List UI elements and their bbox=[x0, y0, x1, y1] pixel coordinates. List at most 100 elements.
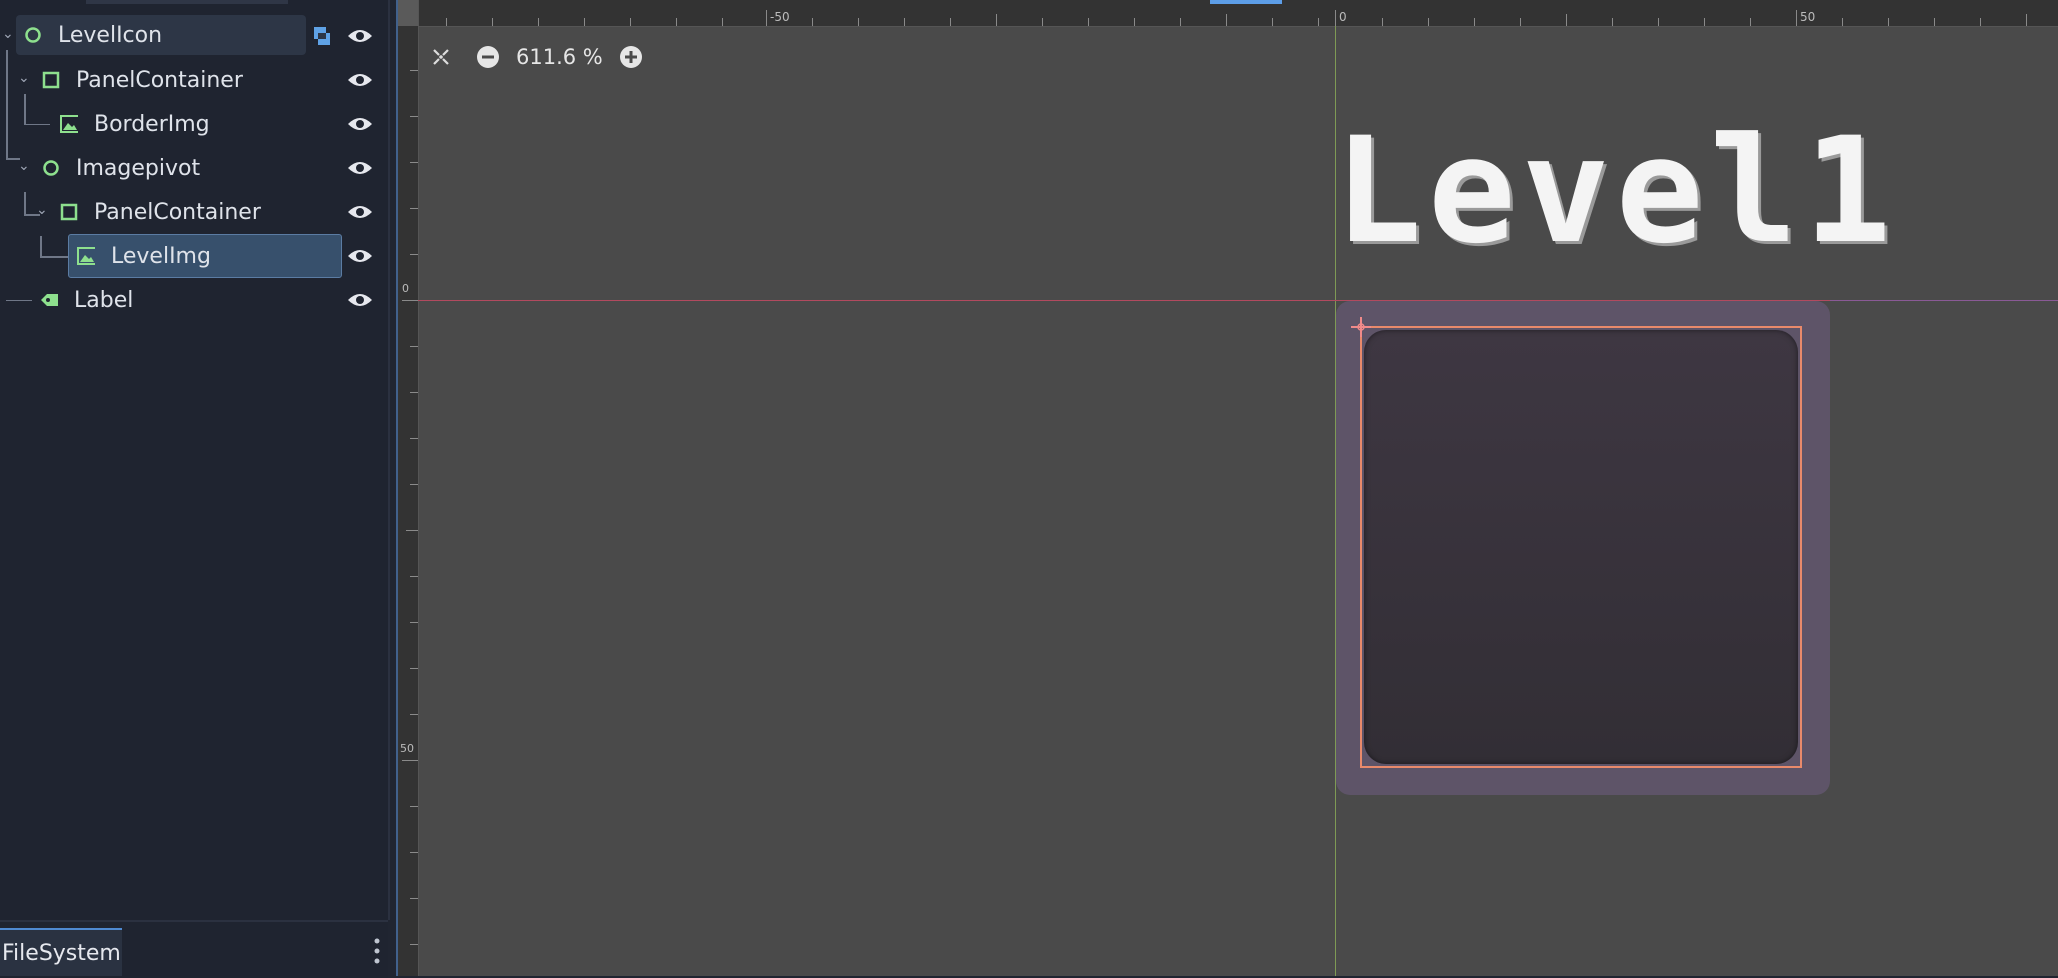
filesystem-tab-label: FileSystem bbox=[2, 940, 121, 966]
visibility-eye-icon[interactable] bbox=[346, 114, 374, 134]
ruler-tick bbox=[1612, 18, 1613, 26]
collapse-arrow-icon[interactable]: ⌄ bbox=[36, 202, 48, 218]
ruler-tick bbox=[410, 116, 418, 117]
zoom-level[interactable]: 611.6 % bbox=[516, 45, 603, 69]
visibility-eye-icon[interactable] bbox=[346, 290, 374, 310]
image-icon bbox=[60, 115, 78, 133]
ruler-tick bbox=[410, 622, 418, 623]
ruler-tick bbox=[676, 18, 677, 26]
image-icon bbox=[77, 247, 95, 265]
ruler-tick bbox=[766, 10, 767, 26]
ruler-tick bbox=[410, 898, 418, 899]
scene-tree-panel: ⌄ ⌄ ⌄ ⌄ LevelIcon PanelContainer BorderI… bbox=[0, 0, 390, 920]
ruler-tick bbox=[996, 14, 997, 26]
ruler-label: -50 bbox=[770, 10, 790, 24]
level-img-texture bbox=[1364, 330, 1798, 764]
ruler-tick bbox=[1180, 18, 1181, 26]
ruler-tick bbox=[1088, 18, 1089, 26]
zoom-in-icon[interactable] bbox=[619, 45, 643, 69]
ruler-tick bbox=[1474, 18, 1475, 26]
ruler-tick bbox=[1658, 18, 1659, 26]
ruler-label: 0 bbox=[402, 282, 409, 295]
tree-item-panelcontainer[interactable]: PanelContainer bbox=[42, 60, 302, 100]
node2d-circle-icon bbox=[24, 26, 42, 44]
tree-item-label: LevelImg bbox=[111, 243, 211, 269]
visibility-eye-icon[interactable] bbox=[346, 202, 374, 222]
ruler-label: 50 bbox=[1800, 10, 1816, 24]
ruler-tick bbox=[1520, 18, 1521, 26]
tree-item-levelimg[interactable]: LevelImg bbox=[68, 234, 342, 278]
tree-item-label: PanelContainer bbox=[94, 199, 261, 225]
ruler-tick bbox=[1318, 18, 1319, 26]
level-label-node[interactable]: Level1 bbox=[1334, 118, 1897, 264]
ruler-tick bbox=[858, 18, 859, 26]
collapse-arrow-icon[interactable]: ⌄ bbox=[18, 158, 30, 174]
ruler-tick bbox=[402, 760, 418, 761]
ruler-tick bbox=[410, 162, 418, 163]
script-icon[interactable] bbox=[310, 24, 334, 48]
visibility-eye-icon[interactable] bbox=[346, 246, 374, 266]
ruler-tick bbox=[812, 18, 813, 26]
tree-guide bbox=[24, 124, 50, 125]
filesystem-tab[interactable]: FileSystem bbox=[0, 928, 122, 976]
panel-top-strip bbox=[86, 0, 288, 4]
ruler-tick bbox=[950, 18, 951, 26]
ruler-tick bbox=[538, 18, 539, 26]
ruler-tick bbox=[1980, 18, 1981, 26]
ruler-tick bbox=[1566, 14, 1567, 26]
visibility-eye-icon[interactable] bbox=[346, 26, 374, 46]
tree-item-borderimg[interactable]: BorderImg bbox=[60, 104, 300, 144]
ruler-tick bbox=[410, 668, 418, 669]
visibility-eye-icon[interactable] bbox=[346, 70, 374, 90]
ruler-tick bbox=[406, 530, 418, 531]
collapse-arrow-icon[interactable]: ⌄ bbox=[2, 26, 14, 42]
tree-guide bbox=[6, 300, 32, 301]
container-square-icon bbox=[42, 71, 60, 89]
ruler-tick bbox=[410, 254, 418, 255]
ruler-tick bbox=[410, 852, 418, 853]
ruler-tick bbox=[630, 18, 631, 26]
ruler-tick bbox=[1382, 18, 1383, 26]
ruler-tick bbox=[410, 392, 418, 393]
visibility-eye-icon[interactable] bbox=[346, 158, 374, 178]
ruler-tick bbox=[1750, 18, 1751, 26]
ruler-tick bbox=[904, 18, 905, 26]
ruler-tick bbox=[410, 438, 418, 439]
center-view-icon[interactable] bbox=[428, 44, 454, 70]
canvas-viewport[interactable]: -50 0 50 0 50 611.6 % Level1 bbox=[396, 0, 2058, 976]
tree-guide bbox=[40, 256, 68, 258]
zoom-controls: 611.6 % bbox=[428, 40, 643, 74]
tree-guide bbox=[6, 50, 8, 160]
label-tag-icon bbox=[40, 291, 58, 309]
pivot-handle-icon[interactable] bbox=[1350, 316, 1372, 338]
tree-item-label-node[interactable]: Label bbox=[40, 280, 300, 320]
tree-item-label: Imagepivot bbox=[76, 155, 201, 181]
ruler-tick bbox=[1842, 18, 1843, 26]
tree-item-label: Label bbox=[74, 287, 134, 313]
level-img-node-selected[interactable] bbox=[1360, 326, 1802, 768]
zoom-out-icon[interactable] bbox=[476, 45, 500, 69]
ruler-tick bbox=[410, 208, 418, 209]
dock-menu-icon[interactable] bbox=[372, 936, 382, 966]
ruler-tick bbox=[1335, 10, 1336, 26]
ruler-tick bbox=[410, 576, 418, 577]
tree-guide bbox=[24, 192, 26, 214]
ruler-tick bbox=[1272, 18, 1273, 26]
ruler-tick bbox=[722, 18, 723, 26]
tree-item-label: LevelIcon bbox=[58, 22, 163, 48]
collapse-arrow-icon[interactable]: ⌄ bbox=[18, 70, 30, 86]
ruler-tick bbox=[410, 484, 418, 485]
tree-item-imagepivot[interactable]: Imagepivot bbox=[42, 148, 302, 188]
ruler-tick bbox=[410, 944, 418, 945]
tree-item-levelicon[interactable]: LevelIcon bbox=[16, 15, 306, 55]
ruler-tick bbox=[402, 300, 418, 301]
ruler-corner[interactable] bbox=[398, 0, 418, 26]
tree-item-panelcontainer-nested[interactable]: PanelContainer bbox=[60, 192, 310, 232]
tree-item-label: PanelContainer bbox=[76, 67, 243, 93]
ruler-tick bbox=[410, 70, 418, 71]
ruler-tick bbox=[1888, 18, 1889, 26]
ruler-tick bbox=[1934, 18, 1935, 26]
ruler-tick bbox=[446, 18, 447, 26]
tree-item-label: BorderImg bbox=[94, 111, 210, 137]
ruler-tick bbox=[1226, 14, 1227, 26]
